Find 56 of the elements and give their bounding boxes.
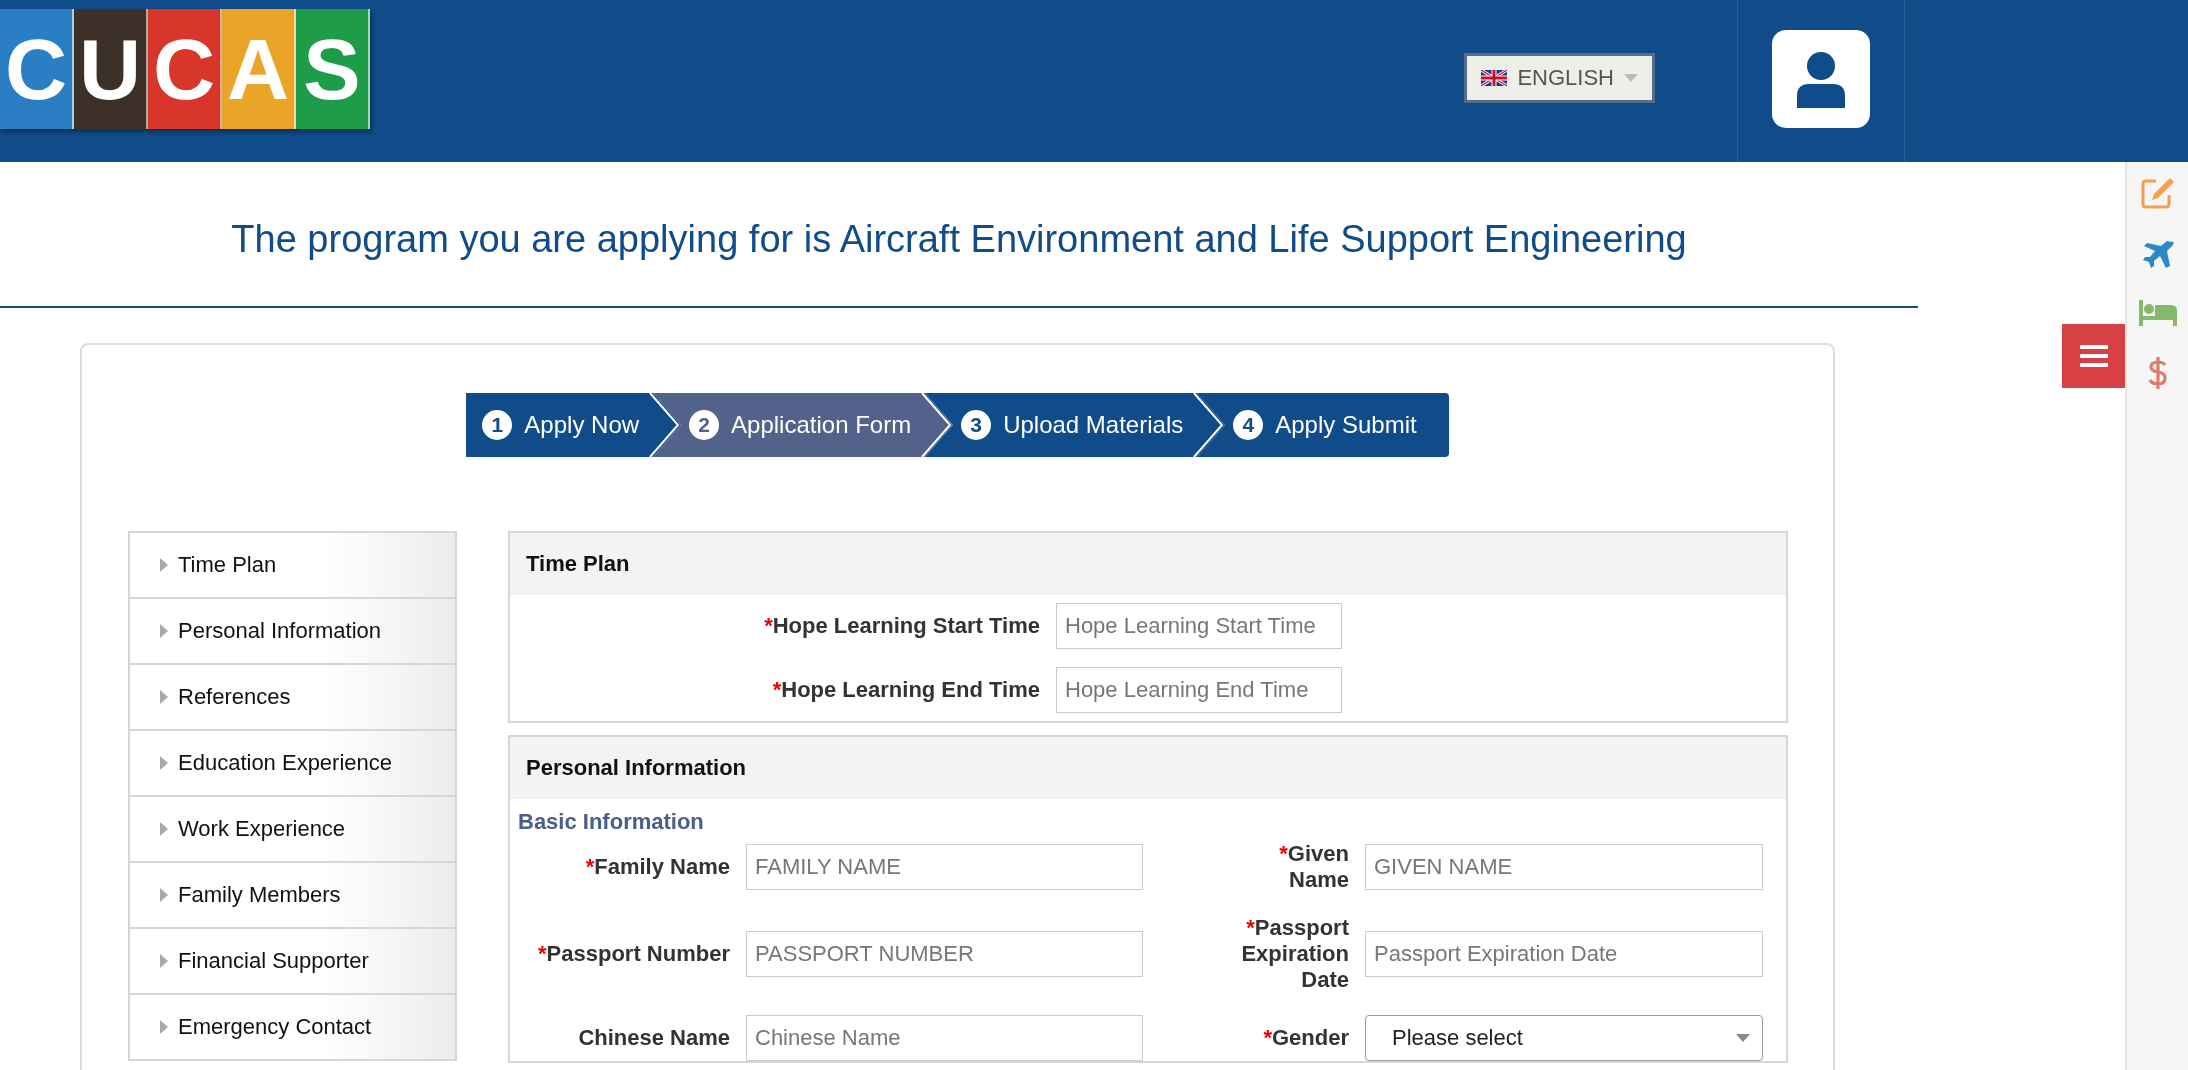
field-label: *Hope Learning Start Time <box>763 613 1040 639</box>
caret-icon <box>1736 1034 1750 1042</box>
input-field[interactable]: Passport Expiration Date <box>1365 931 1763 977</box>
panel-heading: Time Plan <box>510 533 1786 595</box>
logo-letter: U <box>74 9 148 129</box>
flag-icon <box>1481 70 1508 86</box>
triangle-icon <box>160 954 168 968</box>
input-field[interactable]: Hope Learning Start Time <box>1056 603 1342 649</box>
sidebar-item[interactable]: Time Plan <box>130 533 455 599</box>
field-label: *Passport Number <box>537 941 730 967</box>
input-field[interactable]: Chinese Name <box>746 1015 1143 1061</box>
subsection-heading: Basic Information <box>518 809 705 835</box>
step-divider <box>919 393 954 457</box>
edit-icon[interactable] <box>2139 176 2176 210</box>
triangle-icon <box>160 888 168 902</box>
select-field[interactable]: Please select <box>1365 1015 1763 1061</box>
sidebar-item[interactable]: Family Members <box>130 863 455 929</box>
panel-heading: Personal Information <box>510 737 1786 799</box>
sidebar-item[interactable]: Personal Information <box>130 599 455 665</box>
field-label: *Family Name <box>584 854 730 880</box>
field-label: Chinese Name <box>577 1025 730 1051</box>
sidebar-item[interactable]: References <box>130 665 455 731</box>
sidebar-item[interactable]: Emergency Contact <box>130 995 455 1061</box>
triangle-icon <box>160 822 168 836</box>
page-title: The program you are applying for is Aircraft Environment and Life Support Engineering <box>231 217 1687 261</box>
input-field[interactable]: PASSPORT NUMBER <box>746 931 1143 977</box>
user-icon <box>1795 50 1847 108</box>
sidebar-item[interactable]: Financial Supporter <box>130 929 455 995</box>
menu-button[interactable] <box>2062 324 2125 388</box>
menu-icon <box>2079 345 2108 367</box>
field-label: *Given Name <box>1278 841 1349 893</box>
step-divider <box>647 393 682 457</box>
logo-letter: C <box>0 9 74 129</box>
field-label: *Gender <box>1262 1025 1349 1051</box>
logo-letter: A <box>222 9 296 129</box>
logo-letter: C <box>148 9 222 129</box>
language-select[interactable]: ENGLISH <box>1464 53 1655 103</box>
dollar-icon[interactable] <box>2146 356 2169 390</box>
input-field[interactable]: Hope Learning End Time <box>1056 667 1342 713</box>
triangle-icon <box>160 690 168 704</box>
logo-letter: S <box>296 9 370 129</box>
triangle-icon <box>160 1020 168 1034</box>
input-field[interactable]: GIVEN NAME <box>1365 844 1763 890</box>
field-label: *Passport Expiration Date <box>1240 915 1349 993</box>
user-button[interactable] <box>1772 30 1870 128</box>
triangle-icon <box>160 756 168 770</box>
sidebar-item[interactable]: Work Experience <box>130 797 455 863</box>
caret-icon <box>1624 74 1638 82</box>
step-divider <box>1191 393 1226 457</box>
triangle-icon <box>160 624 168 638</box>
triangle-icon <box>160 558 168 572</box>
airplane-icon[interactable] <box>2140 240 2175 270</box>
field-label: *Hope Learning End Time <box>771 677 1040 703</box>
input-field[interactable]: FAMILY NAME <box>746 844 1143 890</box>
bed-icon[interactable] <box>2138 300 2177 326</box>
sidebar-item[interactable]: Education Experience <box>130 731 455 797</box>
